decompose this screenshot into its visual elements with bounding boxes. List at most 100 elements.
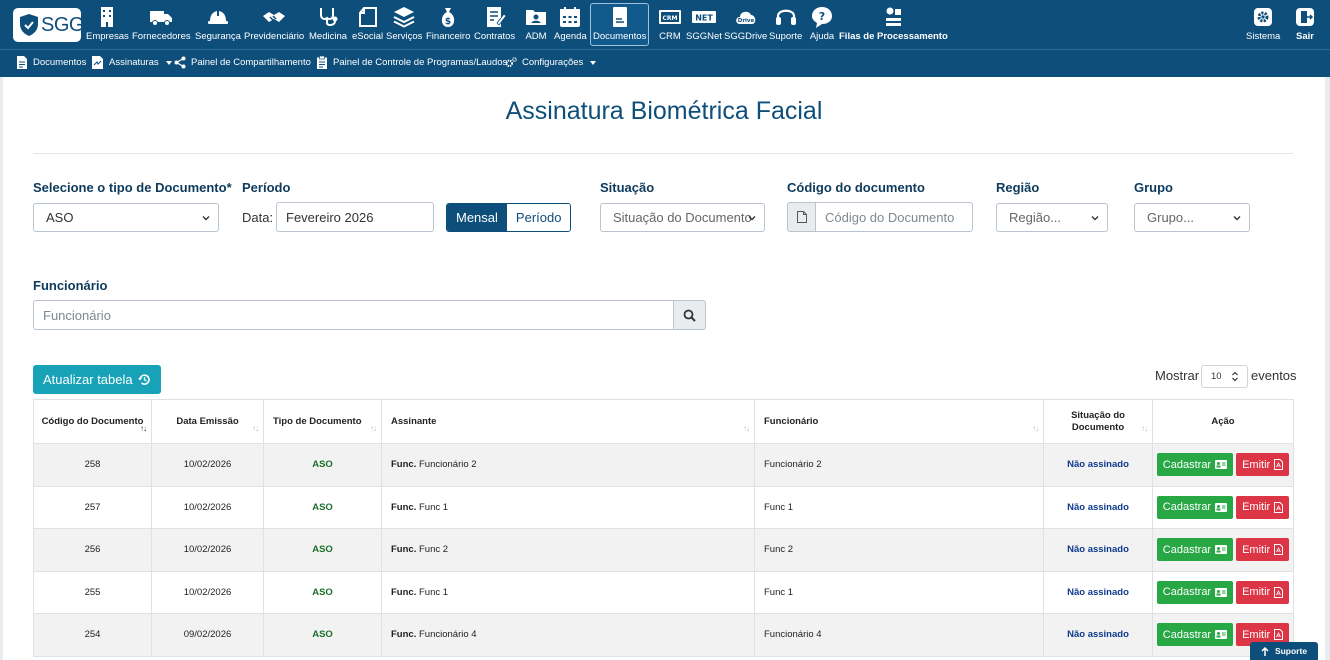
nav-sistema[interactable]: Sistema (1246, 4, 1280, 46)
page-title: Assinatura Biométrica Facial (505, 97, 823, 125)
layers-icon (390, 4, 418, 30)
nav-sggnet[interactable]: NET SGGNet (686, 4, 722, 46)
cadastrar-button[interactable]: Cadastrar (1156, 623, 1234, 647)
eventos-label: eventos (1251, 368, 1297, 383)
support-tab[interactable]: Suporte (1250, 642, 1318, 660)
emitir-button[interactable]: Emitir (1236, 453, 1290, 477)
table-row: 257 10/02/2026 ASO Func. Func 1 Func 1 Não as… (33, 485, 1294, 529)
chevron-down-icon (1091, 216, 1099, 221)
nav-fornecedores[interactable]: Fornecedores (132, 4, 191, 46)
search-button[interactable] (673, 300, 706, 330)
sort-icon: ↑↓ (1032, 424, 1039, 433)
codigo-documento-input[interactable]: Código do Documento (815, 202, 973, 232)
funcionario-label: Funcionário (33, 278, 108, 293)
col-codigo-label: Código do Documento (41, 415, 144, 427)
id-card-icon (1215, 587, 1228, 597)
emitir-button[interactable]: Emitir (1236, 538, 1290, 562)
nav-financeiro[interactable]: $ Financeiro (426, 4, 470, 46)
cell-data-emissao: 09/02/2026 (151, 613, 264, 657)
building-icon (93, 4, 121, 30)
nav-documentos[interactable]: Documentos (590, 3, 650, 46)
col-tipo-documento[interactable]: Tipo de Documento ↑↓ (263, 399, 382, 444)
emitir-label: Emitir (1242, 586, 1271, 599)
nav-empresas[interactable]: Empresas (86, 4, 129, 46)
sort-desc-icon: ↑↓ (140, 424, 147, 433)
cell-data-emissao: 10/02/2026 (151, 528, 264, 572)
svg-text:NET: NET (695, 14, 713, 23)
page-size-select[interactable]: 10 (1201, 365, 1248, 388)
data-label: Data: (242, 210, 274, 225)
nav-seguranca[interactable]: Segurança (195, 4, 241, 46)
nav-suporte[interactable]: Suporte (769, 4, 802, 46)
subnav-label: Configurações (522, 57, 584, 68)
col-situacao[interactable]: Situação do Documento ↑↓ (1043, 399, 1153, 444)
cadastrar-button[interactable]: Cadastrar (1156, 580, 1234, 604)
situacao-select[interactable]: Situação do Documento (600, 203, 765, 232)
mensal-button[interactable]: Mensal (447, 204, 507, 231)
nav-adm[interactable]: ADM (522, 4, 550, 46)
subnav-assinaturas[interactable]: Assinaturas (92, 56, 172, 69)
atualizar-tabela-button[interactable]: Atualizar tabela (33, 365, 161, 394)
nav-label: Financeiro (426, 31, 471, 42)
codigo-documento-label: Código do documento (787, 180, 925, 195)
regiao-placeholder: Região... (1009, 210, 1062, 225)
periodo-button[interactable]: Período (506, 204, 571, 231)
nav-ajuda[interactable]: ? Ajuda (808, 4, 836, 46)
subnav-label: Painel de Compartilhamento (191, 57, 311, 68)
folder-user-icon (522, 4, 550, 30)
col-data-emissao[interactable]: Data Emissão ↑↓ (151, 399, 264, 444)
table-row: 256 10/02/2026 ASO Func. Func 2 Func 2 Não as… (33, 528, 1294, 572)
col-codigo[interactable]: Código do Documento ↑↓ (33, 399, 152, 444)
tipo-documento-select[interactable]: ASO (33, 203, 219, 232)
cell-tipo: ASO (263, 613, 382, 657)
nav-esocial[interactable]: eSocial (352, 4, 383, 46)
page-size-value: 10 (1211, 371, 1222, 382)
cell-tipo: ASO (263, 485, 382, 529)
cadastrar-button[interactable]: Cadastrar (1156, 453, 1234, 477)
nav-filas-processamento[interactable]: Filas de Processamento (839, 4, 948, 46)
subnav-compartilhamento[interactable]: Painel de Compartilhamento (174, 56, 311, 69)
col-funcionario-label: Funcionário (764, 415, 819, 427)
cell-acao: Cadastrar Emitir (1152, 443, 1294, 487)
funcionario-search-input[interactable]: Funcionário (33, 300, 674, 330)
nav-agenda[interactable]: Agenda (554, 4, 587, 46)
table-row: 254 09/02/2026 ASO Func. Funcionário 4 Funci… (33, 613, 1294, 657)
nav-label: Medicina (309, 31, 348, 42)
nav-sggdrive[interactable]: Drive SGGDrive (724, 4, 767, 46)
sort-icon: ↑↓ (1141, 424, 1148, 433)
pdf-file-icon (1274, 544, 1284, 556)
cell-tipo: ASO (263, 443, 382, 487)
sgg-logo[interactable]: SGG (13, 8, 84, 42)
sub-navbar: Documentos Assinaturas Painel de Compart… (0, 49, 1330, 77)
subnav-controle-programas[interactable]: Painel de Controle de Programas/Laudos (316, 56, 507, 69)
regiao-select[interactable]: Região... (996, 203, 1108, 232)
cadastrar-button[interactable]: Cadastrar (1156, 538, 1234, 562)
subnav-configuracoes[interactable]: Configurações (505, 56, 597, 69)
emitir-button[interactable]: Emitir (1236, 495, 1290, 519)
cogs-icon (505, 57, 517, 68)
calendar-icon (556, 4, 584, 30)
nav-crm[interactable]: CRM CRM (656, 4, 684, 46)
hard-hat-icon (204, 4, 232, 30)
assinante-prefix: Func. (391, 459, 417, 471)
nav-sair[interactable]: Sair (1291, 4, 1319, 46)
main-content: Assinatura Biométrica Facial Selecione o… (3, 77, 1325, 660)
nav-contratos[interactable]: Contratos (474, 4, 515, 46)
nav-previdenciario[interactable]: Previdenciário (244, 4, 304, 46)
cell-situacao: Não assinado (1043, 613, 1153, 657)
data-input[interactable]: Fevereiro 2026 (276, 202, 434, 232)
caret-down-icon (590, 60, 597, 65)
nav-servicos[interactable]: Serviços (386, 4, 422, 46)
col-funcionario[interactable]: Funcionário ↑↓ (754, 399, 1044, 444)
cell-assinante: Func. Func 1 (381, 570, 755, 614)
col-situacao-label: Situação do Documento (1071, 409, 1125, 433)
subnav-documentos[interactable]: Documentos (16, 56, 86, 69)
cell-codigo: 258 (33, 443, 152, 487)
grupo-select[interactable]: Grupo... (1134, 203, 1250, 232)
col-assinante[interactable]: Assinante ↑↓ (381, 399, 755, 444)
cell-codigo: 257 (33, 485, 152, 529)
nav-medicina[interactable]: Medicina (309, 4, 347, 46)
net-icon: NET (690, 4, 718, 30)
emitir-button[interactable]: Emitir (1236, 580, 1290, 604)
cadastrar-button[interactable]: Cadastrar (1156, 495, 1234, 519)
